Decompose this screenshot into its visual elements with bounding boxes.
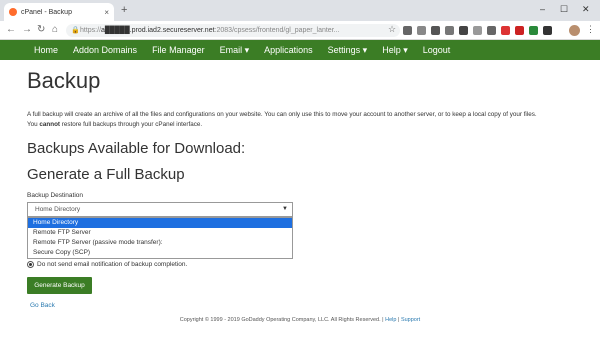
description-line-1: A full backup will create an archive of … <box>27 111 537 118</box>
nav-file-manager[interactable]: File Manager <box>152 45 205 55</box>
generate-backup-button[interactable]: Generate Backup <box>27 277 92 294</box>
no-email-label: Do not send email notification of backup… <box>37 261 188 268</box>
backup-description: A full backup will create an archive of … <box>27 110 587 130</box>
cpanel-favicon-icon <box>9 8 17 16</box>
footer: Copyright © 1999 - 2019 GoDaddy Operatin… <box>0 317 600 323</box>
select-value: Home Directory <box>35 206 81 213</box>
nav-applications[interactable]: Applications <box>264 45 313 55</box>
nav-home[interactable]: Home <box>34 45 58 55</box>
nav-addon-domains[interactable]: Addon Domains <box>73 45 137 55</box>
maximize-button[interactable]: ☐ <box>560 2 568 16</box>
description-line-2: You cannot restore full backups through … <box>27 120 587 130</box>
url-prefix: https:// <box>80 27 102 34</box>
minimize-button[interactable]: – <box>540 2 545 16</box>
description-rest: restore full backups through your cPanel… <box>60 121 203 128</box>
nav-logout[interactable]: Logout <box>423 45 451 55</box>
copyright-text: Copyright © 1999 - 2019 GoDaddy Operatin… <box>179 317 381 323</box>
no-email-radio[interactable] <box>27 261 34 268</box>
backup-destination-options: Home Directory Remote FTP Server Remote … <box>27 217 293 259</box>
extension-icon[interactable] <box>473 26 482 35</box>
select-arrow-icon: ▼ <box>282 206 288 212</box>
description-cannot: cannot <box>39 121 61 128</box>
extension-icon[interactable] <box>431 26 440 35</box>
extension-icon[interactable] <box>487 26 496 35</box>
extension-icon[interactable] <box>445 26 454 35</box>
bookmark-star-icon[interactable]: ☆ <box>388 24 396 35</box>
lock-icon: 🔒 <box>71 27 80 34</box>
backups-available-heading: Backups Available for Download: <box>27 140 246 157</box>
home-icon[interactable]: ⌂ <box>52 24 58 36</box>
option-remote-ftp-passive[interactable]: Remote FTP Server (passive mode transfer… <box>28 238 292 248</box>
extension-icon[interactable] <box>529 26 538 35</box>
help-link[interactable]: Help <box>385 317 396 323</box>
extension-icon[interactable] <box>515 26 524 35</box>
go-back-link[interactable]: Go Back <box>30 302 55 309</box>
option-scp[interactable]: Secure Copy (SCP) <box>28 248 292 258</box>
description-you: You <box>27 121 40 128</box>
key-icon[interactable] <box>403 26 412 35</box>
browser-tab[interactable]: cPanel - Backup × <box>4 3 114 21</box>
option-remote-ftp[interactable]: Remote FTP Server <box>28 228 292 238</box>
extension-icon[interactable] <box>501 26 510 35</box>
menu-kebab-icon[interactable]: ⋮ <box>586 24 595 35</box>
backup-destination-label: Backup Destination <box>27 192 84 199</box>
browser-toolbar: ← → ↻ ⌂ 🔒 https://a█████.prod.iad2.secur… <box>0 21 600 40</box>
cpanel-navbar: Home Addon Domains File Manager Email ▾ … <box>0 40 600 60</box>
address-bar[interactable]: 🔒 https://a█████.prod.iad2.secureserver.… <box>66 24 400 37</box>
forward-arrow-icon[interactable]: → <box>22 24 32 36</box>
tab-close-icon[interactable]: × <box>104 8 109 17</box>
extension-icon[interactable] <box>543 26 552 35</box>
url-path: /frontend/gl_paper_lanter... <box>255 27 340 34</box>
reload-icon[interactable]: ↻ <box>37 24 45 36</box>
extension-icon[interactable] <box>459 26 468 35</box>
nav-settings[interactable]: Settings ▾ <box>328 45 368 56</box>
close-window-button[interactable]: ✕ <box>582 2 590 16</box>
option-home-directory[interactable]: Home Directory <box>28 218 292 228</box>
page-title: Backup <box>27 68 101 93</box>
back-arrow-icon[interactable]: ← <box>6 24 16 36</box>
backup-destination-select[interactable]: Home Directory ▼ <box>27 202 293 217</box>
browser-tab-strip: cPanel - Backup × + – ☐ ✕ <box>0 0 600 21</box>
profile-avatar[interactable] <box>569 25 580 36</box>
nav-help[interactable]: Help ▾ <box>382 45 408 56</box>
extension-icon[interactable] <box>417 26 426 35</box>
generate-backup-heading: Generate a Full Backup <box>27 166 185 183</box>
url-port: :2083/cpsess <box>214 27 256 34</box>
nav-email[interactable]: Email ▾ <box>220 45 250 56</box>
url-host: a█████.prod.iad2.secureserver.net <box>101 27 215 34</box>
tab-title: cPanel - Backup <box>21 8 72 16</box>
new-tab-button[interactable]: + <box>121 3 127 17</box>
no-email-option[interactable]: Do not send email notification of backup… <box>27 261 187 268</box>
support-link[interactable]: Support <box>401 317 420 323</box>
